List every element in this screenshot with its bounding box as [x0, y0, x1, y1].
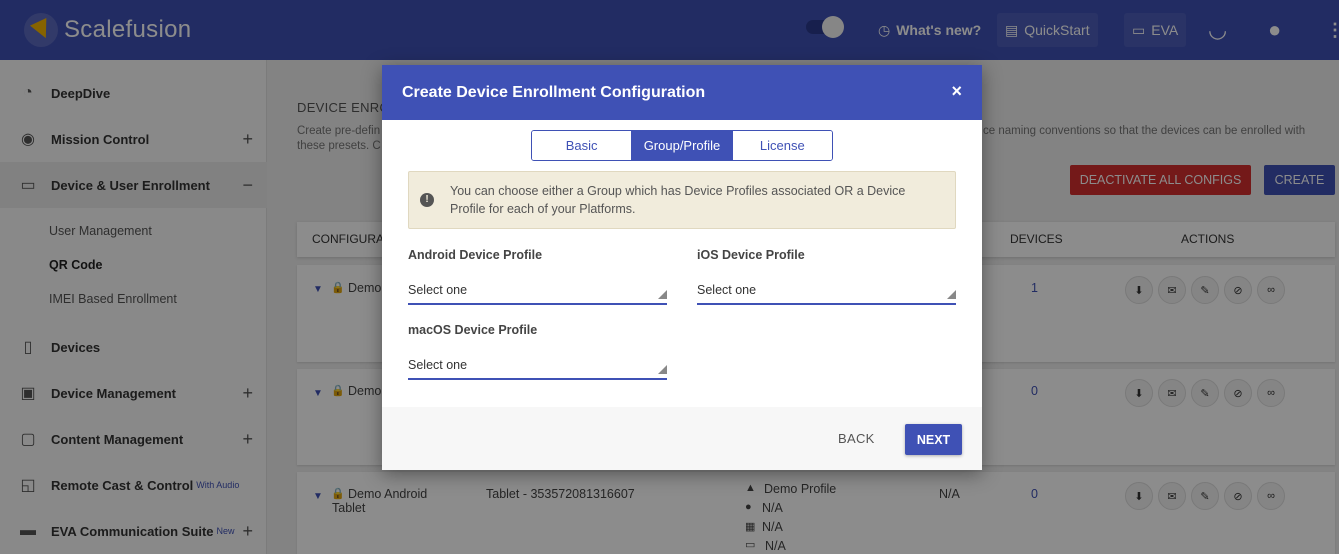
tab-group-profile[interactable]: Group/Profile [631, 131, 732, 160]
android-profile-label: Android Device Profile [408, 248, 543, 262]
dialog-header: Create Device Enrollment Configuration [382, 65, 982, 120]
next-button[interactable]: NEXT [905, 424, 962, 455]
dialog-tabs: Basic Group/Profile License [531, 130, 833, 161]
info-notice: ! You can choose either a Group which ha… [408, 171, 956, 229]
dropdown-arrow-icon [947, 290, 956, 299]
dropdown-arrow-icon [658, 290, 667, 299]
dropdown-arrow-icon [658, 365, 667, 374]
dialog-title: Create Device Enrollment Configuration [402, 83, 706, 101]
dialog-footer: BACK NEXT [382, 407, 982, 470]
create-enrollment-config-dialog: Create Device Enrollment Configuration ×… [382, 65, 982, 470]
macos-profile-select[interactable]: Select one [408, 354, 667, 380]
ios-profile-select[interactable]: Select one [697, 279, 956, 305]
alert-icon: ! [420, 193, 434, 207]
macos-profile-label: macOS Device Profile [408, 323, 538, 337]
ios-profile-label: iOS Device Profile [697, 248, 805, 262]
tab-license[interactable]: License [731, 131, 832, 160]
tab-basic[interactable]: Basic [532, 131, 632, 160]
android-profile-select[interactable]: Select one [408, 279, 667, 305]
notice-text: You can choose either a Group which has … [450, 184, 906, 216]
back-button[interactable]: BACK [838, 431, 875, 446]
close-icon[interactable]: × [951, 81, 962, 102]
